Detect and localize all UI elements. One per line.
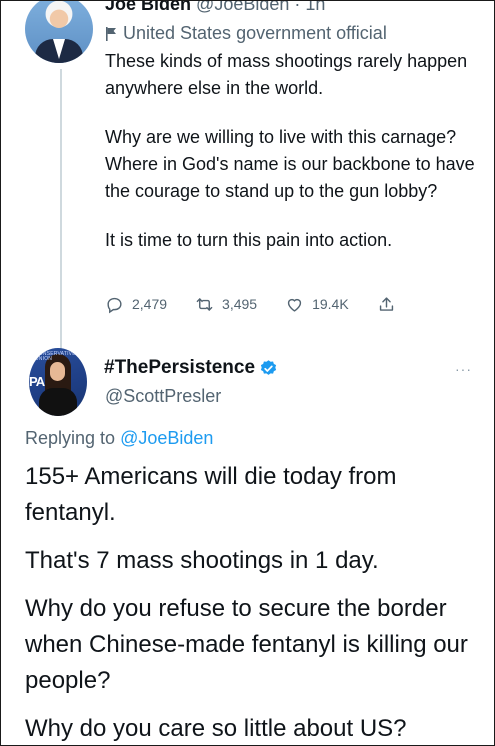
like-count: 19.4K — [312, 296, 349, 312]
reply-paragraph: Why do you care so little about US? — [25, 715, 407, 742]
tweet-actions: 2,479 3,495 19.4K — [105, 291, 425, 317]
original-paragraph: These kinds of mass shootings rarely hap… — [105, 51, 468, 98]
avatar-badge-text: PA — [29, 374, 45, 389]
reply-count: 2,479 — [132, 296, 168, 312]
retweet-button[interactable]: 3,495 — [195, 295, 257, 314]
original-author-name[interactable]: Joe Biden — [105, 1, 191, 14]
reply-author-name[interactable]: #ThePersistence — [104, 357, 255, 379]
government-official-label: United States government official — [105, 23, 387, 44]
retweet-icon — [196, 297, 213, 311]
like-icon — [287, 298, 302, 312]
original-tweet-body: These kinds of mass shootings rarely hap… — [105, 48, 477, 254]
avatar-logo-text: CONSERVATIVE UNION — [35, 351, 76, 362]
more-icon[interactable]: ··· — [455, 361, 472, 377]
share-icon — [379, 296, 393, 311]
screenshot-frame: Joe Biden @JoeBiden · 1h United States g… — [0, 0, 495, 746]
government-official-text: United States government official — [123, 23, 387, 43]
retweet-count: 3,495 — [222, 296, 258, 312]
avatar-biden[interactable] — [25, 1, 93, 63]
reply-author-handle[interactable]: @ScottPresler — [105, 386, 221, 407]
flag-icon — [106, 26, 116, 41]
thread-connector-line — [60, 69, 62, 355]
share-button[interactable] — [377, 295, 404, 314]
original-author-row[interactable]: Joe Biden @JoeBiden · 1h — [105, 1, 325, 14]
like-button[interactable]: 19.4K — [285, 295, 349, 314]
replying-to-link[interactable]: @JoeBiden — [120, 428, 213, 448]
replying-prefix: Replying to — [25, 428, 116, 448]
reply-author-row[interactable]: #ThePersistence — [104, 357, 278, 379]
verified-icon — [260, 359, 277, 375]
reply-tweet-body: 155+ Americans will die today from fenta… — [25, 459, 485, 745]
reply-paragraph: 155+ Americans will die today from fenta… — [25, 463, 397, 526]
reply-paragraph: That's 7 mass shootings in 1 day. — [25, 547, 379, 574]
original-paragraph: It is time to turn this pain into action… — [105, 230, 393, 250]
original-paragraph: Why are we willing to live with this car… — [105, 127, 475, 201]
replying-to: Replying to @JoeBiden — [25, 428, 213, 449]
reply-paragraph: Why do you refuse to secure the border w… — [25, 595, 468, 694]
avatar-thepersistence[interactable]: CONSERVATIVE UNION PA — [29, 348, 87, 416]
original-author-handle[interactable]: @JoeBiden · 1h — [196, 1, 325, 14]
reply-icon — [107, 297, 122, 313]
reply-button[interactable]: 2,479 — [105, 295, 167, 314]
